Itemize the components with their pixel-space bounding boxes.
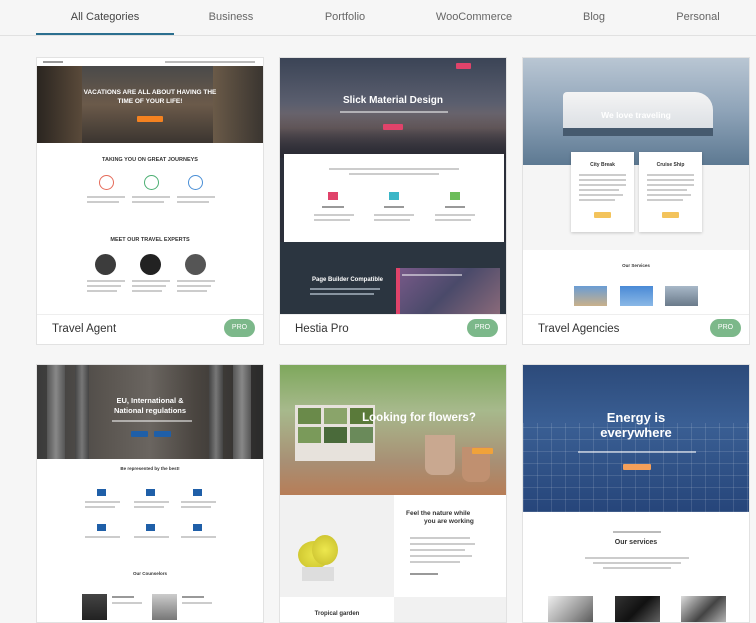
section-heading: Our Counselors (132, 571, 167, 576)
tab-portfolio[interactable]: Portfolio (310, 11, 380, 23)
avatar (95, 254, 116, 275)
leaf-icon (144, 175, 159, 190)
counselor-photo (152, 594, 177, 620)
service-image (574, 286, 607, 306)
hero-image: We love traveling (523, 58, 749, 165)
hero-cta-button (137, 116, 163, 122)
hero-heading: Slick Material Design (342, 95, 444, 106)
card-footer: Travel Agent PRO (37, 314, 263, 344)
template-card-hestia-pro[interactable]: Slick Material Design Page Builder Compa… (279, 57, 507, 345)
caption: Tropical garden (314, 611, 360, 617)
box-title: City Break (590, 162, 615, 168)
card-footer: Hestia Pro PRO (280, 314, 506, 344)
grid-icon (328, 192, 338, 200)
hero-cta-button (383, 124, 403, 130)
hero-heading-line1: Energy is (606, 410, 666, 425)
card-footer: Travel Agencies PRO (523, 314, 749, 344)
hero-heading: VACATIONS ARE ALL ABOUT HAVING THE TIME … (83, 89, 217, 105)
hero-heading-line2: everywhere (600, 425, 672, 440)
drop-icon (188, 175, 203, 190)
briefcase-icon (146, 524, 155, 531)
hero-cta-button (623, 464, 651, 470)
tab-all-categories[interactable]: All Categories (36, 11, 174, 23)
template-preview: We love traveling City Break Cruise Ship… (523, 58, 749, 315)
hero-image: VACATIONS ARE ALL ABOUT HAVING THE TIME … (37, 66, 263, 143)
section-heading: Our services (614, 539, 658, 546)
template-card-travel-agent[interactable]: VACATIONS ARE ALL ABOUT HAVING THE TIME … (36, 57, 264, 345)
hero-cta-button (154, 431, 171, 437)
template-name: Travel Agent (52, 323, 117, 335)
template-preview: Slick Material Design Page Builder Compa… (280, 58, 506, 315)
section-heading: TAKING YOU ON GREAT JOURNEYS (102, 157, 198, 163)
builder-screenshot (396, 268, 500, 315)
template-card-energy[interactable]: Energy is everywhere Our services (522, 364, 750, 623)
features-panel (284, 154, 504, 242)
info-box-city-break: City Break (571, 152, 634, 232)
hero-cta-button (472, 448, 493, 454)
hero-image: EU, International & National regulations (37, 365, 263, 459)
people-icon (97, 524, 106, 531)
tab-blog[interactable]: Blog (568, 11, 620, 23)
mini-header (37, 58, 263, 66)
template-name: Travel Agencies (538, 323, 620, 335)
pro-badge: PRO (467, 319, 498, 337)
box-title: Cruise Ship (656, 162, 685, 168)
category-tabs: All Categories Business Portfolio WooCom… (0, 0, 756, 36)
section-heading: Our Services (622, 263, 650, 268)
service-image (615, 596, 660, 622)
section-heading: Be represented by the best! (120, 466, 180, 471)
template-preview: Looking for flowers? Feel the nature whi… (280, 365, 506, 622)
template-card-flowers[interactable]: Looking for flowers? Feel the nature whi… (279, 364, 507, 623)
block-heading-line1: Feel the nature while (406, 510, 471, 517)
tab-woocommerce[interactable]: WooCommerce (430, 11, 518, 23)
active-tab-indicator (36, 33, 174, 35)
hero-cta-button (131, 431, 148, 437)
counselor-photo (82, 594, 107, 620)
menu-icon (450, 192, 460, 200)
cactus-image (280, 495, 394, 597)
template-card-travel-agencies[interactable]: We love traveling City Break Cruise Ship… (522, 57, 750, 345)
info-box-cruise-ship: Cruise Ship (639, 152, 702, 232)
hero-image: Looking for flowers? (280, 365, 506, 495)
section-heading: Page Builder Compatible (312, 277, 384, 283)
box-button (662, 212, 679, 218)
section-heading: MEET OUR TRAVEL EXPERTS (110, 237, 190, 243)
hero-image: Energy is everywhere (523, 365, 749, 512)
avatar (185, 254, 206, 275)
tab-business[interactable]: Business (196, 11, 266, 23)
template-card-regulations[interactable]: EU, International & National regulations… (36, 364, 264, 623)
hero-heading-line1: EU, International & (116, 396, 184, 405)
bank-icon (146, 489, 155, 496)
hero-heading: Looking for flowers? (362, 412, 476, 424)
box-button (594, 212, 611, 218)
list-icon (389, 192, 399, 200)
service-image (620, 286, 653, 306)
block-heading-line2: you are working (424, 518, 474, 525)
template-preview: Energy is everywhere Our services (523, 365, 749, 622)
hero-heading: We love traveling (601, 110, 671, 120)
template-preview: EU, International & National regulations… (37, 365, 263, 622)
service-image (548, 596, 593, 622)
text-block: Feel the nature while you are working (394, 495, 506, 597)
hero-image: Slick Material Design (280, 58, 506, 158)
pro-badge: PRO (710, 319, 741, 337)
tab-personal[interactable]: Personal (668, 11, 728, 23)
id-card-icon (193, 489, 202, 496)
heart-icon (193, 524, 202, 531)
service-image (681, 596, 726, 622)
plane-icon (99, 175, 114, 190)
hero-heading-line2: National regulations (113, 406, 187, 415)
service-image (665, 286, 698, 306)
building-icon (97, 489, 106, 496)
builder-section: Page Builder Compatible (280, 242, 506, 315)
pro-badge: PRO (224, 319, 255, 337)
template-name: Hestia Pro (295, 323, 349, 335)
avatar (140, 254, 161, 275)
template-preview: VACATIONS ARE ALL ABOUT HAVING THE TIME … (37, 58, 263, 315)
